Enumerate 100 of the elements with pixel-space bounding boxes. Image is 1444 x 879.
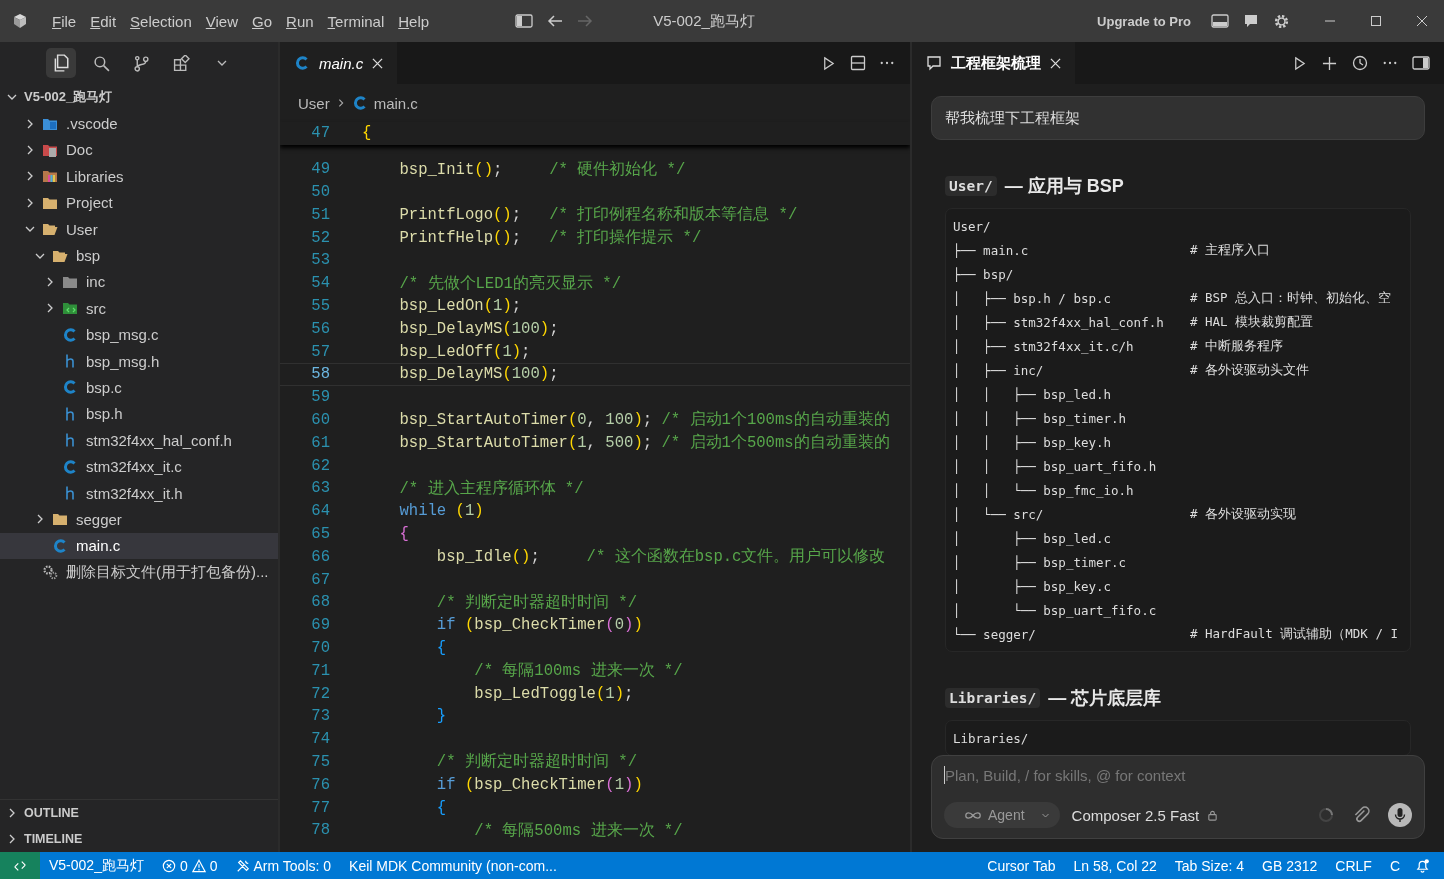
panel-section-header[interactable]: TIMELINE (0, 826, 278, 852)
tree-item[interactable]: inc (0, 268, 278, 296)
message-input[interactable]: Plan, Build, / for skills, @ for context (945, 766, 1412, 784)
menu-item[interactable]: Help (398, 12, 430, 30)
tree-item[interactable]: stm32f4xx_it.h (0, 479, 278, 507)
close-icon[interactable] (1416, 15, 1428, 27)
code-text: │ ├── bsp_led.c (953, 530, 1113, 546)
history-icon[interactable] (1352, 55, 1368, 71)
split-editor-icon[interactable] (850, 55, 866, 71)
tree-item[interactable]: bsp.c (0, 374, 278, 401)
back-arrow-icon[interactable] (547, 14, 564, 28)
tree-item[interactable]: bsp_msg.h (0, 347, 278, 375)
more-icon[interactable] (880, 61, 894, 65)
mode-dropdown[interactable]: Agent (944, 802, 1060, 828)
tree-item[interactable]: User (0, 215, 278, 243)
line-number: 66 (310, 547, 330, 566)
panel-toggle-icon[interactable] (1412, 56, 1430, 70)
menu-item[interactable]: Run (286, 12, 314, 30)
chat-icon[interactable] (1243, 13, 1259, 29)
line-number: 53 (310, 251, 330, 270)
code-comment: # 中断服务程序 (1190, 337, 1284, 355)
tree-item[interactable]: bsp (0, 242, 278, 269)
infinity-icon (964, 810, 982, 820)
status-item[interactable]: Tab Size: 4 (1165, 857, 1254, 874)
line-number: 57 (310, 342, 330, 361)
inline-code: Libraries/ (945, 688, 1041, 708)
settings-icon[interactable] (1273, 12, 1290, 30)
status-item[interactable]: Arm Tools: 0 (253, 857, 332, 874)
tree-item[interactable]: Project (0, 189, 278, 216)
panel-toggle-icon[interactable] (1211, 14, 1229, 28)
status-item[interactable]: Cursor Tab (978, 857, 1065, 874)
upgrade-link[interactable]: Upgrade to Pro (1097, 13, 1191, 29)
code-text: Libraries/ (953, 730, 1030, 746)
menu-item[interactable]: Go (252, 12, 273, 30)
close-icon[interactable] (1050, 57, 1061, 69)
tree-item[interactable]: Libraries (0, 163, 278, 190)
warning-count[interactable]: 0 (209, 857, 218, 874)
status-item[interactable]: Keil MDK Community (non-com... (340, 857, 566, 874)
c-file-icon (62, 326, 78, 343)
code-comment: # BSP 总入口：时钟、初始化、空 (1190, 289, 1392, 307)
error-icon (161, 858, 176, 873)
code-line: bsp_DelayMS(100); (398, 365, 559, 384)
menu-item[interactable]: Terminal (327, 12, 385, 30)
panel-section-header[interactable]: OUTLINE (0, 800, 278, 826)
tree-item[interactable]: segger (0, 506, 278, 533)
plus-icon[interactable] (1322, 55, 1337, 71)
tree-item[interactable]: bsp.h (0, 400, 278, 428)
run-icon[interactable] (1292, 55, 1307, 71)
c-file-icon (62, 379, 78, 396)
status-item[interactable]: CRLF (1326, 857, 1381, 874)
status-item[interactable]: V5-002_跑马灯 (40, 856, 153, 875)
line-number: 76 (310, 775, 330, 794)
source-control-icon (132, 54, 150, 72)
tree-item[interactable]: V5-002_跑马灯 (0, 84, 278, 111)
tree-item[interactable]: src (0, 295, 278, 322)
line-number: 69 (310, 616, 330, 635)
tree-item[interactable]: bsp_msg.c (0, 321, 278, 348)
c-file-icon (52, 537, 68, 554)
code-text: │ │ ├── bsp_key.h (953, 434, 1113, 450)
maximize-icon[interactable] (1370, 15, 1382, 27)
microphone-icon[interactable] (1388, 803, 1412, 827)
code-line: bsp_StartAutoTimer(0, 100); /* 启动1个100ms的自动重装的 (398, 409, 890, 431)
menu-item[interactable]: File (52, 12, 77, 30)
status-item[interactable]: GB 2312 (1253, 857, 1327, 874)
code-text: │ │ └── bsp_fmc_io.h (953, 482, 1135, 498)
line-number: 64 (310, 502, 330, 521)
code-line: /* 每隔500ms 进来一次 */ (473, 820, 683, 841)
error-count[interactable]: 0 (179, 857, 188, 874)
code-text: │ │ ├── bsp_uart_fifo.h (953, 458, 1158, 474)
line-number: 60 (310, 410, 330, 429)
menu-item[interactable]: Edit (90, 12, 117, 30)
code-text: │ │ ├── bsp_timer.h (953, 410, 1128, 426)
tree-item[interactable]: Doc (0, 136, 278, 164)
status-item[interactable]: Ln 58, Col 22 (1064, 857, 1166, 874)
menu-item[interactable]: View (205, 12, 238, 30)
tree-item[interactable]: 删除目标文件(用于打包备份)... (0, 559, 278, 586)
run-icon[interactable] (821, 55, 836, 71)
code-line: bsp_DelayMS(100); (398, 319, 559, 338)
tree-item[interactable]: main.c (0, 532, 278, 560)
tree-item[interactable]: stm32f4xx_it.c (0, 453, 278, 480)
close-icon[interactable] (372, 57, 384, 69)
sidebar-toggle-icon[interactable] (515, 14, 534, 28)
paperclip-icon[interactable] (1352, 806, 1370, 824)
code-comment: # HAL 模块裁剪配置 (1190, 313, 1314, 331)
folder-icon (42, 168, 58, 185)
code-line: /* 先做个LED1的亮灭显示 */ (398, 273, 621, 294)
folder-icon (42, 221, 58, 238)
chat-tab[interactable]: 工程框架梳理 (912, 42, 1075, 84)
editor-tab[interactable]: main.c (280, 42, 398, 84)
status-item[interactable]: C (1380, 857, 1409, 874)
model-selector[interactable]: Composer 2.5 Fast (1071, 806, 1200, 824)
breadcrumb-item[interactable]: User (298, 94, 330, 112)
activity-tab[interactable] (46, 48, 76, 78)
tree-item[interactable]: stm32f4xx_hal_conf.h (0, 427, 278, 454)
tree-item[interactable]: .vscode (0, 110, 278, 137)
breadcrumb-item[interactable]: main.c (373, 94, 418, 112)
notification-bell-icon[interactable] (1415, 858, 1430, 873)
menu-item[interactable]: Selection (130, 12, 192, 30)
more-icon[interactable] (1383, 61, 1397, 65)
code-comment: # 各外设驱动实现 (1190, 505, 1297, 523)
